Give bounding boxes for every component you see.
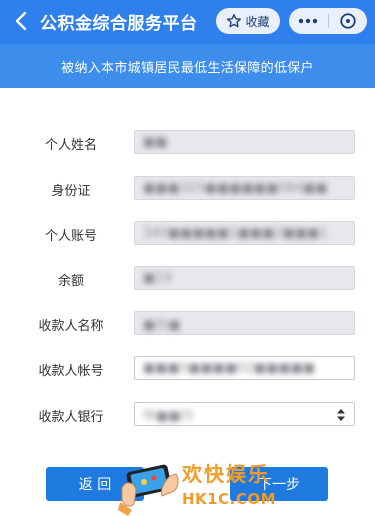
field-label: 个人账号 [44, 228, 97, 244]
watermark-text-en: HK1C.COM [182, 490, 277, 508]
watermark: 欢快娱乐 HK1C.COM [118, 452, 278, 516]
form-row-account: 个人账号 340■■■■■1■■■2■■■1 [0, 221, 375, 247]
field-value: 340■■■■■1■■■2■■■1 [143, 225, 328, 241]
chevron-left-icon [15, 11, 27, 31]
payee-bank-select[interactable]: 中■■行 [134, 402, 355, 426]
close-circle-icon [340, 13, 356, 29]
more-dots-icon [299, 18, 318, 24]
account-field: 340■■■■■1■■■2■■■1 [134, 221, 355, 245]
form-row-balance: 余额 ■19 [0, 266, 375, 292]
field-label: 个人姓名 [44, 137, 97, 153]
field-label: 身份证 [51, 183, 91, 199]
field-value: ■仕■ [143, 317, 181, 333]
star-outline-icon [227, 14, 242, 28]
app-root: 公积金综合服务平台 收藏 被纳入本市城镇居民最低生活保障的低保户 个人姓名 ■■… [0, 0, 375, 516]
field-value: ■■■325■■■■■■084■■ [143, 180, 328, 196]
back-button[interactable] [6, 6, 36, 36]
select-updown-icon [337, 409, 345, 421]
field-label: 收款人银行 [38, 409, 104, 425]
id-card-field: ■■■325■■■■■■084■■ [134, 176, 355, 200]
favorite-button[interactable]: 收藏 [216, 8, 280, 34]
back-step-label: 返 回 [78, 477, 112, 493]
field-label: 收款人名称 [38, 318, 104, 334]
form-row-name: 个人姓名 ■■ [0, 130, 375, 156]
favorite-label: 收藏 [245, 14, 270, 29]
field-value: ■■■5■■■■02■■■■■ [143, 360, 316, 376]
payee-name-field: ■仕■ [134, 311, 355, 335]
app-title: 公积金综合服务平台 [40, 14, 198, 34]
field-value: ■19 [143, 270, 172, 286]
field-label: 余额 [57, 273, 84, 289]
banner-text: 被纳入本市城镇居民最低生活保障的低保户 [61, 60, 314, 76]
form-row-id-card: 身份证 ■■■325■■■■■■084■■ [0, 176, 375, 202]
more-button[interactable] [289, 8, 328, 34]
mini-program-capsule [289, 8, 367, 34]
watermark-text-cn: 欢快娱乐 [182, 462, 270, 486]
field-value: 中■■行 [143, 408, 194, 424]
balance-field: ■19 [134, 266, 355, 290]
name-field: ■■ [134, 130, 355, 154]
field-label: 收款人帐号 [38, 363, 104, 379]
game-controller-hands-icon [118, 464, 179, 516]
form-row-payee-name: 收款人名称 ■仕■ [0, 311, 375, 337]
form-row-payee-bank: 收款人银行 中■■行 [0, 402, 375, 428]
field-value: ■■ [143, 134, 168, 150]
notice-banner: 被纳入本市城镇居民最低生活保障的低保户 [0, 44, 375, 88]
title-bar: 公积金综合服务平台 收藏 [0, 0, 375, 44]
payee-account-input[interactable]: ■■■5■■■■02■■■■■ [134, 356, 355, 380]
form-row-payee-account: 收款人帐号 ■■■5■■■■02■■■■■ [0, 356, 375, 382]
close-button[interactable] [328, 8, 367, 34]
